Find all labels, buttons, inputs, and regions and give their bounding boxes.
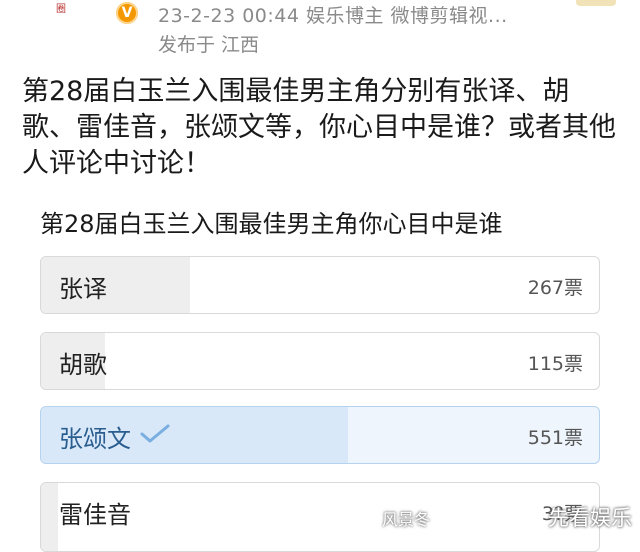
post-body: 第28届白玉兰入围最佳男主角分别有张译、胡歌、雷佳音，张颂文等，你心目中是谁？或…	[22, 76, 616, 179]
watermark-right: 先看娱乐	[548, 506, 632, 530]
watermark-left: 风景冬	[382, 510, 431, 529]
checkmark-icon	[139, 423, 171, 451]
poll-option-zhangsongwen[interactable]: 张颂文 551票	[40, 406, 600, 464]
source-badge: 圈	[56, 4, 66, 15]
poll-title: 第28届白玉兰入围最佳男主角你心目中是谁	[40, 210, 503, 238]
post-time-and-source: 23-2-23 00:44 娱乐博主 微博剪辑视...	[158, 5, 508, 27]
poll-option-label: 张颂文	[59, 425, 131, 453]
poll-option-label: 张译	[59, 275, 107, 303]
poll-option-fill	[41, 483, 58, 551]
poll-option-votes: 551票	[527, 427, 583, 449]
poll-option-leijiayin[interactable]: 雷佳音 3?票	[40, 482, 600, 552]
post-location: 发布于 江西	[158, 34, 260, 56]
poll-option-label: 雷佳音	[59, 501, 131, 529]
verified-v-icon: V	[116, 2, 138, 24]
poll-option-label: 胡歌	[59, 351, 107, 379]
poll-option-votes: 115票	[527, 353, 583, 375]
poll-option-zhangyi[interactable]: 张译 267票	[40, 256, 600, 314]
poll-option-votes: 267票	[527, 277, 583, 299]
poll-option-huge[interactable]: 胡歌 115票	[40, 332, 600, 390]
post-meta: 圈 V 23-2-23 00:44 娱乐博主 微博剪辑视... 发布于 江西	[42, 0, 640, 56]
